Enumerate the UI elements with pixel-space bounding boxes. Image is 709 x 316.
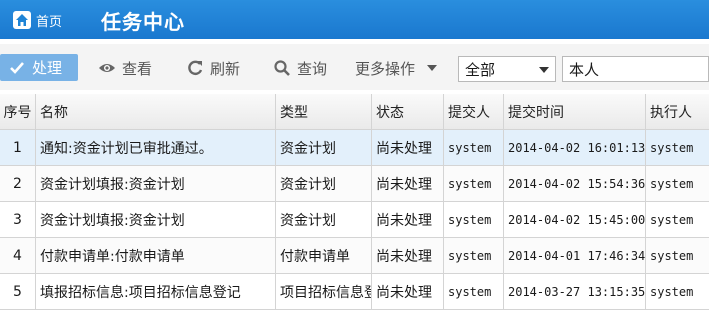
column-header[interactable]: 执行人 <box>646 94 709 130</box>
owner-input[interactable]: 本人 <box>562 56 709 82</box>
task-name: 资金计划填报:资金计划 <box>36 202 276 238</box>
toolbar: 处理 查看 刷新 查询 更多操作 全部 本人 <box>0 44 709 90</box>
home-label: 首页 <box>36 14 63 30</box>
refresh-button[interactable]: 刷新 <box>186 55 240 81</box>
task-status: 尚未处理 <box>372 166 444 202</box>
row-number: 2 <box>0 166 36 202</box>
row-number: 1 <box>0 130 36 166</box>
eye-icon <box>98 59 116 77</box>
refresh-label: 刷新 <box>210 59 241 78</box>
submitter: system <box>444 202 504 238</box>
task-status: 尚未处理 <box>372 274 444 310</box>
row-number: 3 <box>0 202 36 238</box>
task-name: 通知:资金计划已审批通过。 <box>36 130 276 166</box>
task-status: 尚未处理 <box>372 202 444 238</box>
column-header[interactable]: 名称 <box>36 94 276 130</box>
scope-select[interactable]: 全部 <box>458 56 556 82</box>
owner-input-value: 本人 <box>569 60 600 79</box>
view-button[interactable]: 查看 <box>98 55 152 81</box>
submitter: system <box>444 166 504 202</box>
scope-select-value: 全部 <box>465 60 496 79</box>
search-label: 查询 <box>297 59 328 78</box>
executor: system <box>650 213 694 227</box>
chevron-down-icon <box>539 67 549 73</box>
column-header[interactable]: 提交人 <box>444 94 504 130</box>
home-icon <box>13 11 31 29</box>
more-label: 更多操作 <box>355 59 416 78</box>
task-type: 资金计划 <box>276 166 372 202</box>
executor: system <box>650 249 694 263</box>
task-type: 项目招标信息登记 <box>276 274 372 310</box>
submit-time: 2014-03-27 13:15:35 <box>504 274 646 310</box>
search-button[interactable]: 查询 <box>273 55 327 81</box>
task-name: 资金计划填报:资金计划 <box>36 166 276 202</box>
submitter: system <box>444 130 504 166</box>
row-number: 4 <box>0 238 36 274</box>
submit-time: 2014-04-02 16:01:13 <box>504 130 646 166</box>
task-name: 填报招标信息:项目招标信息登记 <box>36 274 276 310</box>
executor: system <box>650 177 694 191</box>
task-status: 尚未处理 <box>372 238 444 274</box>
app-header: 首页 任务中心 <box>0 0 709 39</box>
executor: system <box>650 285 694 299</box>
task-type: 资金计划 <box>276 202 372 238</box>
submit-time: 2014-04-01 17:46:34 <box>504 238 646 274</box>
row-number: 5 <box>0 274 36 310</box>
table-row[interactable]: 5 填报招标信息:项目招标信息登记 项目招标信息登记 尚未处理 system 2… <box>0 274 709 310</box>
task-type: 资金计划 <box>276 130 372 166</box>
task-name: 付款申请单:付款申请单 <box>36 238 276 274</box>
column-header[interactable]: 提交时间 <box>504 94 646 130</box>
executor: system <box>650 141 694 155</box>
submitter: system <box>444 238 504 274</box>
view-label: 查看 <box>122 59 153 78</box>
task-status: 尚未处理 <box>372 130 444 166</box>
column-header[interactable]: 类型 <box>276 94 372 130</box>
table-row[interactable]: 1 通知:资金计划已审批通过。 资金计划 尚未处理 system 2014-04… <box>0 130 709 166</box>
page-title: 任务中心 <box>101 10 185 34</box>
search-icon <box>273 59 291 77</box>
submitter: system <box>444 274 504 310</box>
refresh-icon <box>186 59 204 77</box>
more-actions-button[interactable]: 更多操作 <box>355 55 441 81</box>
process-label: 处理 <box>32 59 63 77</box>
checkmark-icon <box>8 59 26 77</box>
submit-time: 2014-04-02 15:45:00 <box>504 202 646 238</box>
table-row[interactable]: 4 付款申请单:付款申请单 付款申请单 尚未处理 system 2014-04-… <box>0 238 709 274</box>
column-header[interactable]: 状态 <box>372 94 444 130</box>
column-header[interactable]: 序号 <box>0 94 36 130</box>
home-link[interactable]: 首页 <box>13 9 62 31</box>
process-button[interactable]: 处理 <box>0 54 78 81</box>
table-header: 序号 名称 类型 状态 提交人 提交时间 执行人 <box>0 94 709 130</box>
table-row[interactable]: 2 资金计划填报:资金计划 资金计划 尚未处理 system 2014-04-0… <box>0 166 709 202</box>
table-row[interactable]: 3 资金计划填报:资金计划 资金计划 尚未处理 system 2014-04-0… <box>0 202 709 238</box>
task-type: 付款申请单 <box>276 238 372 274</box>
submit-time: 2014-04-02 15:54:36 <box>504 166 646 202</box>
caret-down-icon <box>423 59 441 77</box>
